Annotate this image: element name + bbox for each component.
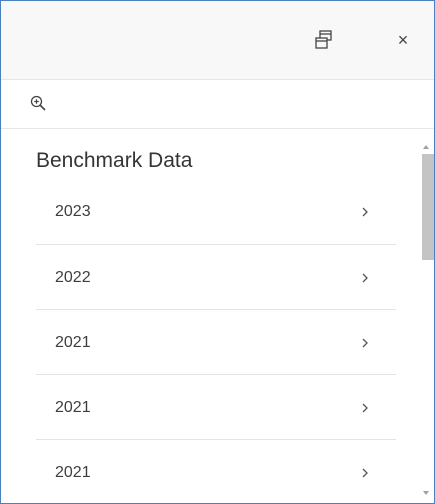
- chevron-right-icon: [362, 273, 368, 283]
- close-button[interactable]: ×: [391, 28, 415, 52]
- scroll-up-arrow-icon[interactable]: [423, 145, 429, 149]
- chevron-right-icon: [362, 338, 368, 348]
- chevron-right-icon: [362, 207, 368, 217]
- panel-content: Benchmark Data 2023 2022 2021 2021 2021: [1, 129, 434, 503]
- dock-window-icon: [315, 30, 332, 49]
- list-item-label: 2021: [55, 464, 91, 481]
- list-item[interactable]: 2021: [36, 440, 396, 503]
- scrollbar-thumb[interactable]: [422, 154, 434, 260]
- list-item[interactable]: 2021: [36, 375, 396, 440]
- scroll-down-arrow-icon[interactable]: [423, 491, 429, 495]
- list-item[interactable]: 2022: [36, 245, 396, 310]
- list-item-label: 2023: [55, 203, 91, 220]
- chevron-right-icon: [362, 468, 368, 478]
- dock-button[interactable]: [313, 29, 335, 51]
- list-item-label: 2022: [55, 269, 91, 286]
- benchmark-list: 2023 2022 2021 2021 2021: [36, 179, 396, 503]
- zoom-in-icon: [30, 95, 46, 111]
- panel-toolbar: [1, 80, 434, 129]
- close-icon: ×: [397, 30, 409, 50]
- chevron-right-icon: [362, 403, 368, 413]
- list-item-label: 2021: [55, 399, 91, 416]
- section-title: Benchmark Data: [36, 149, 193, 172]
- list-item[interactable]: 2021: [36, 310, 396, 375]
- zoom-to-button[interactable]: [29, 94, 49, 114]
- list-item-label: 2021: [55, 334, 91, 351]
- vertical-scrollbar[interactable]: [420, 141, 434, 503]
- popup-panel: × Benchmark Data 2023 2022 2021 2021 202…: [0, 0, 435, 504]
- panel-header: ×: [1, 1, 434, 80]
- list-item[interactable]: 2023: [36, 179, 396, 245]
